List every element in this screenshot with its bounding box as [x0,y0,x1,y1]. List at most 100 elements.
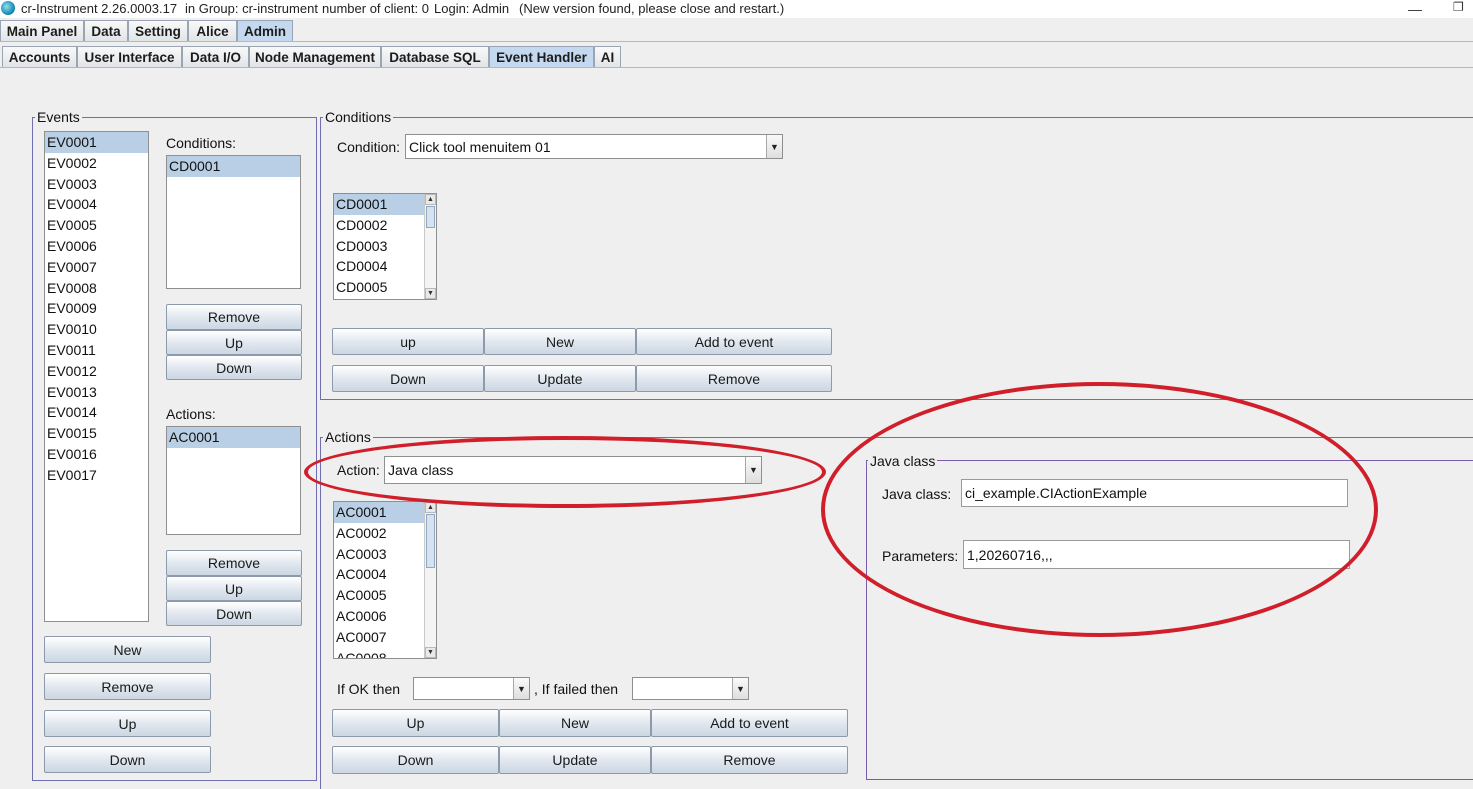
event-actions-list[interactable]: AC0001 [166,426,301,535]
list-item[interactable]: CD0004 [334,256,436,277]
list-item[interactable]: EV0006 [45,236,148,257]
action-up-button[interactable]: Up [332,709,499,737]
minimize-icon[interactable]: — [1408,1,1422,17]
tab-event-handler[interactable]: Event Handler [489,46,594,67]
event-condition-remove-button[interactable]: Remove [166,304,302,330]
chevron-down-icon[interactable]: ▼ [732,678,748,699]
action-down-button[interactable]: Down [332,746,499,774]
chevron-down-icon[interactable]: ▼ [513,678,529,699]
java-class-group [866,460,1473,780]
conditions-scrollbar[interactable]: ▲ ▼ [424,194,436,299]
title-bar: cr-Instrument 2.26.0003.17 in Group: cr-… [0,0,1473,18]
list-item[interactable]: EV0012 [45,361,148,382]
condition-add-to-event-button[interactable]: Add to event [636,328,832,355]
tab-alice[interactable]: Alice [188,20,237,41]
chevron-down-icon[interactable]: ▼ [766,135,782,158]
list-item[interactable]: EV0011 [45,340,148,361]
list-item[interactable]: CD0001 [167,156,300,177]
parameters-input[interactable]: 1,20260716,,, [963,540,1350,569]
conditions-list[interactable]: CD0001 CD0002 CD0003 CD0004 CD0005 ▲ ▼ [333,193,437,300]
condition-remove-button[interactable]: Remove [636,365,832,392]
list-item[interactable]: CD0003 [334,236,436,257]
tab-database-sql[interactable]: Database SQL [381,46,489,67]
chevron-down-icon[interactable]: ▼ [745,457,761,483]
tab-admin[interactable]: Admin [237,20,293,41]
list-item[interactable]: EV0003 [45,174,148,195]
tab-data[interactable]: Data [84,20,128,41]
tab-main-panel[interactable]: Main Panel [0,20,84,41]
scroll-down-icon[interactable]: ▼ [425,288,436,299]
list-item[interactable]: AC0007 [334,627,436,648]
scroll-up-icon[interactable]: ▲ [425,194,436,205]
list-item[interactable]: EV0013 [45,382,148,403]
list-item[interactable]: EV0014 [45,402,148,423]
subtab-divider [0,67,1473,68]
tab-ai[interactable]: AI [594,46,621,67]
list-item[interactable]: EV0017 [45,465,148,486]
scroll-up-icon[interactable]: ▲ [425,502,436,513]
tab-node-management[interactable]: Node Management [249,46,381,67]
list-item[interactable]: AC0004 [334,564,436,585]
action-select[interactable]: Java class ▼ [384,456,762,484]
tab-data-io[interactable]: Data I/O [182,46,249,67]
list-item[interactable]: CD0005 [334,277,436,298]
action-add-to-event-button[interactable]: Add to event [651,709,848,737]
if-ok-label: If OK then [337,681,401,697]
event-action-up-button[interactable]: Up [166,576,302,601]
list-item[interactable]: CD0001 [334,194,436,215]
list-item[interactable]: AC0006 [334,606,436,627]
tab-user-interface[interactable]: User Interface [77,46,182,67]
action-new-button[interactable]: New [499,709,651,737]
list-item[interactable]: EV0008 [45,278,148,299]
event-conditions-list[interactable]: CD0001 [166,155,301,289]
events-group-title: Events [35,109,82,125]
new-event-button[interactable]: New [44,636,211,663]
list-item[interactable]: EV0005 [45,215,148,236]
list-item[interactable]: EV0010 [45,319,148,340]
condition-up-button[interactable]: up [332,328,484,355]
actions-list[interactable]: AC0001 AC0002 AC0003 AC0004 AC0005 AC000… [333,501,437,659]
list-item[interactable]: EV0001 [45,132,148,153]
list-item[interactable]: EV0015 [45,423,148,444]
if-ok-select[interactable]: ▼ [413,677,530,700]
list-item[interactable]: AC0005 [334,585,436,606]
action-update-button[interactable]: Update [499,746,651,774]
login-info: Login: Admin [434,1,510,16]
scroll-thumb[interactable] [426,514,435,568]
scroll-down-icon[interactable]: ▼ [425,647,436,658]
action-remove-button[interactable]: Remove [651,746,848,774]
list-item[interactable]: EV0016 [45,444,148,465]
parameters-label: Parameters: [882,548,959,564]
event-action-down-button[interactable]: Down [166,601,302,626]
remove-event-button[interactable]: Remove [44,673,211,700]
actions-group-title: Actions [323,429,373,445]
java-class-input[interactable]: ci_example.CIActionExample [961,479,1348,507]
if-failed-select[interactable]: ▼ [632,677,749,700]
event-condition-down-button[interactable]: Down [166,355,302,380]
list-item[interactable]: AC0008 [334,648,436,658]
condition-select[interactable]: Click tool menuitem 01 ▼ [405,134,783,159]
list-item[interactable]: EV0009 [45,298,148,319]
list-item[interactable]: AC0003 [334,544,436,565]
list-item[interactable]: EV0004 [45,194,148,215]
list-item[interactable]: CD0002 [334,215,436,236]
event-up-button[interactable]: Up [44,710,211,737]
event-action-remove-button[interactable]: Remove [166,550,302,576]
restore-icon[interactable]: ❐ [1453,0,1464,14]
list-item[interactable]: EV0007 [45,257,148,278]
condition-new-button[interactable]: New [484,328,636,355]
tab-setting[interactable]: Setting [128,20,188,41]
event-condition-up-button[interactable]: Up [166,330,302,355]
condition-down-button[interactable]: Down [332,365,484,392]
actions-scrollbar[interactable]: ▲ ▼ [424,502,436,658]
list-item[interactable]: EV0002 [45,153,148,174]
java-class-label: Java class: [882,486,952,502]
list-item[interactable]: AC0001 [334,502,436,523]
list-item[interactable]: AC0002 [334,523,436,544]
scroll-thumb[interactable] [426,206,435,228]
event-down-button[interactable]: Down [44,746,211,773]
condition-update-button[interactable]: Update [484,365,636,392]
events-list[interactable]: EV0001 EV0002 EV0003 EV0004 EV0005 EV000… [44,131,149,622]
tab-accounts[interactable]: Accounts [2,46,77,67]
list-item[interactable]: AC0001 [167,427,300,448]
